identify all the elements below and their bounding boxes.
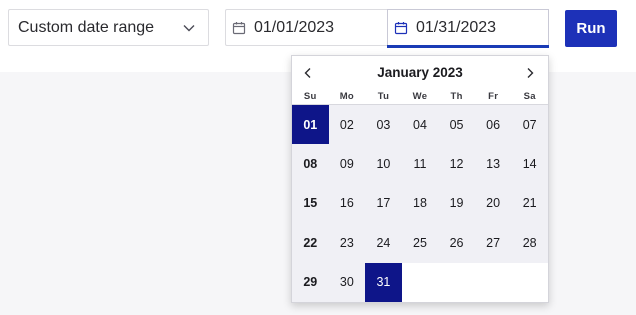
day-cell[interactable]: 26 bbox=[438, 223, 475, 263]
day-cell[interactable]: 31 bbox=[365, 262, 402, 302]
day-cell[interactable]: 27 bbox=[474, 223, 512, 263]
day-cell[interactable]: 03 bbox=[365, 105, 402, 145]
day-cell[interactable]: 18 bbox=[401, 183, 439, 224]
day-cell[interactable]: 04 bbox=[401, 105, 439, 145]
day-cell[interactable]: 23 bbox=[328, 223, 366, 263]
start-date-field[interactable]: 01/01/2023 bbox=[225, 9, 388, 46]
day-cell[interactable]: 28 bbox=[511, 223, 548, 263]
date-range-select[interactable]: Custom date range bbox=[8, 9, 209, 46]
chevron-right-icon[interactable] bbox=[524, 67, 536, 79]
empty-day-cell bbox=[438, 262, 475, 302]
empty-day-cell bbox=[401, 262, 439, 302]
day-cell[interactable]: 22 bbox=[292, 223, 329, 263]
calendar-icon bbox=[394, 21, 408, 34]
weekday-label: Sa bbox=[523, 91, 536, 102]
day-cell[interactable]: 01 bbox=[292, 105, 329, 145]
chevron-down-icon bbox=[183, 25, 195, 32]
day-cell[interactable]: 30 bbox=[328, 262, 366, 302]
end-date-value: 01/31/2023 bbox=[416, 18, 497, 36]
month-label: January 2023 bbox=[377, 65, 463, 80]
day-cell[interactable]: 07 bbox=[511, 105, 548, 145]
calendar-icon bbox=[232, 21, 246, 34]
calendar-header: January 2023 bbox=[292, 56, 548, 90]
weekday-label: Tu bbox=[377, 91, 390, 102]
day-cell[interactable]: 16 bbox=[328, 183, 366, 224]
weekday-label: Su bbox=[303, 91, 317, 102]
day-cell[interactable]: 21 bbox=[511, 183, 548, 224]
day-cell[interactable]: 12 bbox=[438, 144, 475, 184]
day-cell[interactable]: 19 bbox=[438, 183, 475, 224]
day-cell[interactable]: 05 bbox=[438, 105, 475, 145]
day-cell[interactable]: 17 bbox=[365, 183, 402, 224]
day-cell[interactable]: 02 bbox=[328, 105, 366, 145]
weekday-row: Su Mo Tu We Th Fr Sa bbox=[292, 91, 548, 105]
day-cell[interactable]: 29 bbox=[292, 262, 329, 302]
weekday-label: We bbox=[412, 91, 428, 102]
day-cell[interactable]: 20 bbox=[474, 183, 512, 224]
day-cell[interactable]: 06 bbox=[474, 105, 512, 145]
run-button[interactable]: Run bbox=[565, 10, 617, 47]
day-grid: 01 02 03 04 05 06 07 08 09 10 11 12 13 14 15 16 17 18 19 20… bbox=[292, 105, 548, 302]
date-range-select-value: Custom date range bbox=[18, 18, 155, 36]
day-cell[interactable]: 24 bbox=[365, 223, 402, 263]
date-picker-popover: January 2023 Su Mo Tu We Th Fr Sa 01 02 03… bbox=[291, 55, 549, 303]
weekday-label: Th bbox=[450, 91, 463, 102]
start-date-value: 01/01/2023 bbox=[254, 18, 335, 36]
weekday-label: Mo bbox=[339, 91, 355, 102]
day-cell[interactable]: 09 bbox=[328, 144, 366, 184]
day-cell[interactable]: 08 bbox=[292, 144, 329, 184]
day-cell[interactable]: 13 bbox=[474, 144, 512, 184]
focus-underline bbox=[387, 45, 549, 48]
day-cell[interactable]: 11 bbox=[401, 144, 439, 184]
end-date-field[interactable]: 01/31/2023 bbox=[387, 9, 549, 48]
empty-day-cell bbox=[474, 262, 512, 302]
day-cell[interactable]: 15 bbox=[292, 183, 329, 224]
day-cell[interactable]: 25 bbox=[401, 223, 439, 263]
empty-day-cell bbox=[511, 262, 548, 302]
weekday-label: Fr bbox=[488, 91, 499, 102]
day-cell[interactable]: 14 bbox=[511, 144, 548, 184]
day-cell[interactable]: 10 bbox=[365, 144, 402, 184]
